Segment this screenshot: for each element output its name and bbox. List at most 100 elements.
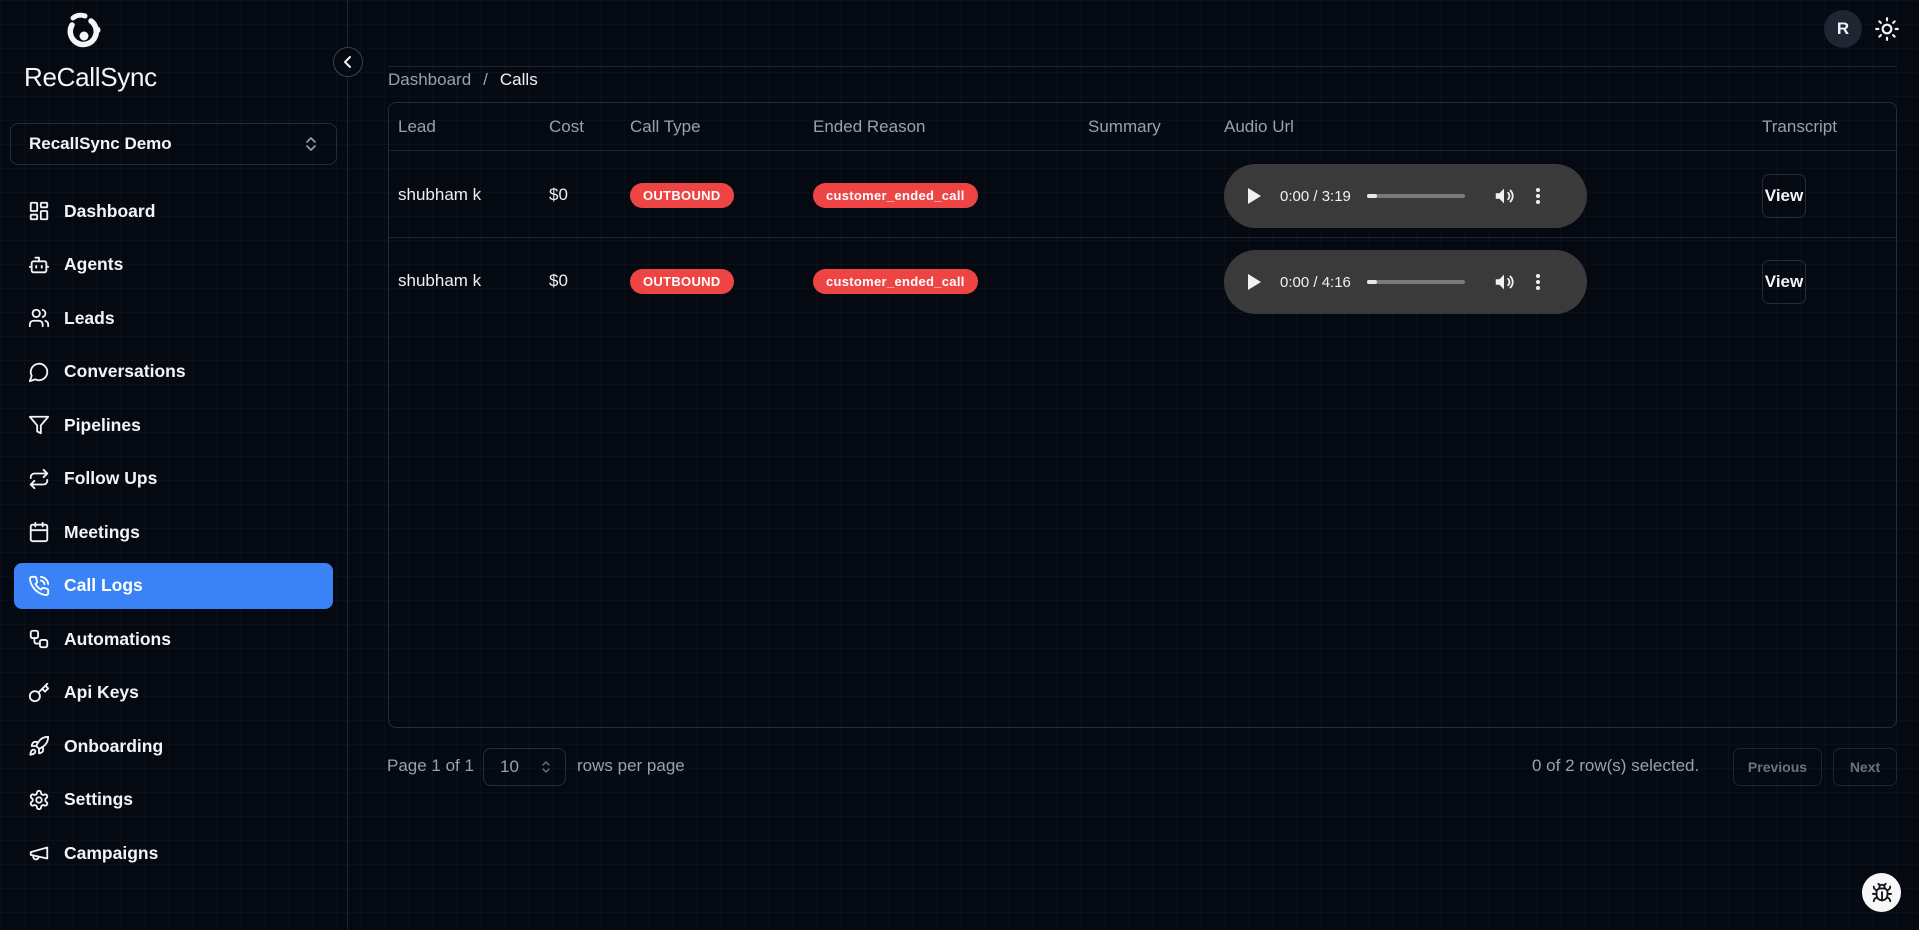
- workflow-icon: [28, 628, 50, 650]
- volume-button[interactable]: [1493, 271, 1515, 293]
- volume-icon: [1495, 188, 1514, 204]
- table-row: shubham k $0 OUTBOUND customer_ended_cal…: [389, 152, 1896, 238]
- column-header-ended-reason: Ended Reason: [813, 117, 926, 136]
- view-transcript-button[interactable]: View: [1762, 260, 1806, 304]
- column-header-lead: Lead: [398, 117, 436, 136]
- sidebar-item-campaigns[interactable]: Campaigns: [14, 830, 333, 876]
- sidebar-item-pipelines[interactable]: Pipelines: [14, 402, 333, 448]
- play-icon: [1248, 274, 1261, 290]
- column-header-cost: Cost: [549, 117, 584, 136]
- bug-icon: [1871, 882, 1892, 902]
- table-row: shubham k $0 OUTBOUND customer_ended_cal…: [389, 238, 1896, 324]
- cell-lead: shubham k: [398, 271, 482, 290]
- layout-grid-icon: [28, 200, 50, 222]
- megaphone-icon: [28, 842, 50, 864]
- message-circle-icon: [28, 361, 50, 383]
- view-transcript-button[interactable]: View: [1762, 174, 1806, 218]
- more-vertical-icon: [1535, 274, 1540, 290]
- sidebar-item-label: Automations: [64, 628, 171, 649]
- sidebar-item-call-logs[interactable]: Call Logs: [14, 562, 333, 609]
- sidebar-item-label: Call Logs: [64, 575, 143, 595]
- rows-per-page-select[interactable]: 10: [483, 748, 566, 786]
- bot-icon: [28, 254, 50, 276]
- rocket-icon: [28, 735, 50, 757]
- column-header-audio-url: Audio Url: [1224, 117, 1294, 136]
- ended-reason-badge: customer_ended_call: [813, 269, 978, 294]
- call-type-badge: OUTBOUND: [630, 183, 734, 208]
- sidebar-item-dashboard[interactable]: Dashboard: [14, 188, 333, 234]
- sidebar-item-label: Pipelines: [64, 414, 141, 435]
- settings-icon: [28, 789, 50, 811]
- breadcrumb-separator: /: [483, 70, 488, 89]
- ended-reason-badge: customer_ended_call: [813, 183, 978, 208]
- bug-report-button[interactable]: [1862, 873, 1901, 912]
- sidebar-item-settings[interactable]: Settings: [14, 777, 333, 823]
- sidebar-item-label: Campaigns: [64, 842, 159, 863]
- sidebar-item-leads[interactable]: Leads: [14, 295, 333, 341]
- sidebar-item-follow-ups[interactable]: Follow Ups: [14, 456, 333, 502]
- breadcrumb-dashboard-link[interactable]: Dashboard: [388, 70, 471, 90]
- sidebar-item-label: Onboarding: [64, 735, 164, 756]
- column-header-call-type: Call Type: [630, 117, 701, 136]
- table-header: Lead Cost Call Type Ended Reason Summary…: [389, 103, 1896, 151]
- key-icon: [28, 682, 50, 704]
- sun-icon: [1875, 17, 1899, 41]
- cell-cost: $0: [549, 185, 568, 204]
- repeat-icon: [28, 468, 50, 490]
- audio-player: 0:00 / 3:19: [1224, 164, 1587, 228]
- breadcrumb: Dashboard / Calls: [388, 70, 538, 90]
- org-selector[interactable]: RecallSync Demo: [10, 123, 337, 165]
- sidebar-item-label: Meetings: [64, 521, 140, 542]
- org-selector-label: RecallSync Demo: [29, 134, 172, 153]
- chevrons-up-down-icon: [306, 137, 316, 151]
- audio-progress-fill: [1366, 280, 1377, 284]
- sidebar-item-onboarding[interactable]: Onboarding: [14, 723, 333, 769]
- audio-time: 0:00 / 4:16: [1280, 273, 1351, 291]
- header-divider: [388, 66, 1897, 67]
- chevrons-up-down-icon: [541, 760, 551, 774]
- sidebar-item-label: Api Keys: [64, 682, 139, 702]
- rows-per-page-label: rows per page: [577, 756, 685, 775]
- sidebar-item-label: Follow Ups: [64, 468, 158, 488]
- audio-more-options-button[interactable]: [1529, 185, 1547, 207]
- sidebar-item-automations[interactable]: Automations: [14, 616, 333, 662]
- app-name: ReCallSync: [24, 62, 157, 92]
- logo-mark-icon: [67, 12, 101, 48]
- phone-call-icon: [28, 575, 50, 597]
- sidebar-item-conversations[interactable]: Conversations: [14, 349, 333, 395]
- play-button[interactable]: [1246, 187, 1264, 205]
- app-logo[interactable]: ReCallSync: [24, 12, 174, 92]
- theme-toggle-button[interactable]: [1872, 14, 1902, 44]
- sidebar-item-meetings[interactable]: Meetings: [14, 509, 333, 555]
- sidebar-nav: Dashboard Agents Leads Conversations Pip…: [14, 188, 333, 884]
- audio-progress-fill: [1366, 194, 1377, 198]
- audio-progress-slider[interactable]: [1366, 280, 1465, 284]
- sidebar-item-agents[interactable]: Agents: [14, 242, 333, 288]
- sidebar-item-label: Settings: [64, 789, 134, 809]
- column-header-summary: Summary: [1088, 117, 1161, 136]
- column-header-transcript: Transcript: [1762, 117, 1837, 136]
- cell-lead: shubham k: [398, 185, 482, 204]
- chevron-left-icon: [344, 56, 351, 68]
- user-avatar[interactable]: R: [1824, 10, 1862, 48]
- sidebar-item-label: Dashboard: [64, 200, 156, 221]
- collapse-sidebar-button[interactable]: [333, 47, 363, 77]
- filter-icon: [28, 414, 50, 436]
- sidebar-item-label: Leads: [64, 307, 115, 328]
- audio-more-options-button[interactable]: [1529, 271, 1547, 293]
- sidebar-item-api-keys[interactable]: Api Keys: [14, 670, 333, 716]
- volume-button[interactable]: [1493, 185, 1515, 207]
- rows-per-page-value: 10: [500, 757, 519, 776]
- play-button[interactable]: [1246, 273, 1264, 291]
- calendar-icon: [28, 521, 50, 543]
- cell-cost: $0: [549, 271, 568, 290]
- previous-page-button[interactable]: Previous: [1733, 748, 1822, 786]
- selection-info: 0 of 2 row(s) selected.: [1532, 756, 1700, 775]
- play-icon: [1248, 188, 1261, 204]
- sidebar: ReCallSync RecallSync Demo Dashboard Age…: [0, 0, 348, 930]
- next-page-button[interactable]: Next: [1833, 748, 1897, 786]
- audio-time: 0:00 / 3:19: [1280, 187, 1351, 205]
- sidebar-item-label: Agents: [64, 254, 124, 274]
- page-info: Page 1 of 1: [387, 756, 474, 775]
- audio-progress-slider[interactable]: [1366, 194, 1465, 198]
